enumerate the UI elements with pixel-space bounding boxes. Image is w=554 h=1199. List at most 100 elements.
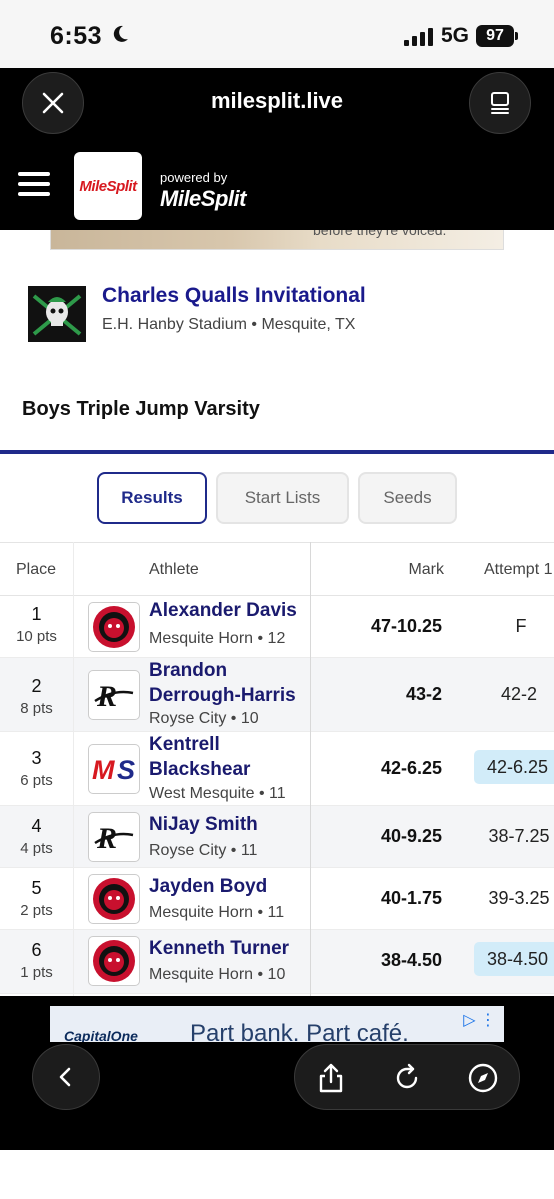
home-indicator-area: [0, 1150, 554, 1199]
battery-icon: 97: [476, 25, 518, 47]
tab-start-lists[interactable]: Start Lists: [216, 472, 349, 524]
place-points: 8 pts: [20, 700, 53, 717]
svg-text:S: S: [117, 755, 135, 785]
place-points: 2 pts: [20, 902, 53, 919]
header-athlete: Athlete: [149, 561, 199, 578]
divider: [0, 450, 554, 454]
top-ad-text: before they're voiced.: [313, 230, 447, 238]
bottom-toolbar: CapitalOne Part bank. Part café. ▷ ⋮: [0, 996, 554, 1150]
reload-icon: [396, 1063, 418, 1089]
athlete-school: Mesquite Horn • 10: [149, 966, 286, 983]
table-row[interactable]: 5 2 pts Jayden Boyd Mesquite Horn • 11 4…: [0, 868, 554, 930]
bottom-ad-banner[interactable]: CapitalOne Part bank. Part café. ▷ ⋮: [50, 1006, 504, 1042]
menu-icon[interactable]: [18, 172, 50, 196]
athlete-name[interactable]: NiJay Smith: [149, 812, 309, 837]
table-row[interactable]: 6 1 pts Kenneth Turner Mesquite Horn • 1…: [0, 930, 554, 994]
reader-button[interactable]: [469, 72, 531, 134]
table-row[interactable]: 1 10 pts Alexander Davis Mesquite Horn •…: [0, 596, 554, 658]
share-button[interactable]: [313, 1060, 349, 1096]
share-icon: [319, 1063, 343, 1093]
site-header: MileSplit powered by MileSplit: [0, 140, 554, 230]
place-number: 6: [31, 940, 42, 960]
athlete-name[interactable]: Jayden Boyd: [149, 874, 309, 899]
athlete-school: Royse City • 11: [149, 842, 258, 859]
tab-results[interactable]: Results: [97, 472, 207, 524]
results-table: Place Athlete Mark Attempt 1 1 10 pts Al…: [0, 542, 554, 994]
mark-value: 38-4.50: [380, 950, 442, 970]
column-divider: [73, 542, 74, 996]
meet-location: E.H. Hanby Stadium • Mesquite, TX: [102, 316, 356, 333]
moon-icon: [113, 25, 128, 42]
rc-logo-icon: R: [88, 812, 140, 862]
event-title: Boys Triple Jump Varsity: [22, 398, 260, 420]
athlete-school: Mesquite Horn • 12: [149, 630, 286, 647]
place-points: 1 pts: [20, 964, 53, 981]
chevron-left-icon: [59, 1067, 71, 1087]
column-divider: [310, 542, 311, 996]
jaguar-logo-icon: [88, 602, 140, 652]
reload-button[interactable]: [389, 1060, 425, 1096]
ad-text: Part bank. Part café.: [190, 1020, 409, 1042]
status-bar: 6:53 5G 97: [0, 0, 554, 68]
athlete-name[interactable]: Kentrell Blackshear: [149, 732, 309, 782]
athlete-school: Mesquite Horn • 11: [149, 904, 285, 921]
meet-title[interactable]: Charles Qualls Invitational: [102, 284, 366, 308]
header-place: Place: [16, 561, 57, 578]
header-attempt: Attempt 1: [484, 561, 553, 578]
table-row[interactable]: 2 8 pts R Brandon Derrough-Harris Royse …: [0, 658, 554, 732]
athlete-name[interactable]: Brandon Derrough-Harris: [149, 658, 309, 708]
browser-bar: milesplit.live: [0, 68, 554, 140]
ad-brand-logo: CapitalOne: [64, 1028, 138, 1042]
signal-icon: [404, 28, 434, 46]
back-button[interactable]: [32, 1044, 100, 1110]
compass-icon: [468, 1063, 498, 1093]
athlete-school: Royse City • 10: [149, 710, 259, 727]
page-menu-icon: [491, 92, 509, 114]
attempt-value: 42-6.25: [474, 750, 554, 784]
place-number: 4: [31, 816, 42, 836]
mark-value: 40-9.25: [380, 826, 442, 846]
svg-text:M: M: [92, 755, 115, 785]
header-mark: Mark: [408, 561, 444, 578]
ms-logo-icon: MS: [88, 744, 140, 794]
athlete-school: West Mesquite • 11: [149, 785, 286, 802]
attempt-value: 38-4.50: [474, 942, 554, 976]
attempt-value: 42-2: [500, 684, 538, 704]
logo-text: MileSplit: [79, 177, 137, 195]
powered-by-brand: MileSplit: [160, 186, 246, 211]
safari-button[interactable]: [465, 1060, 501, 1096]
place-number: 5: [31, 878, 42, 898]
mark-value: 42-6.25: [380, 758, 442, 778]
table-header: Place Athlete Mark Attempt 1: [0, 542, 554, 596]
pirate-logo-icon: [28, 286, 86, 342]
clock: 6:53: [50, 22, 103, 50]
athlete-name[interactable]: Alexander Davis: [149, 598, 309, 623]
top-ad-banner[interactable]: before they're voiced.: [50, 230, 504, 250]
mark-value: 40-1.75: [380, 888, 442, 908]
network-type: 5G: [441, 24, 470, 47]
place-points: 4 pts: [20, 840, 53, 857]
place-points: 6 pts: [20, 772, 53, 789]
rc-logo-icon: R: [88, 670, 140, 720]
place-points: 10 pts: [16, 628, 57, 645]
place-number: 2: [31, 676, 42, 696]
attempt-value: 39-3.25: [488, 888, 550, 908]
attempt-value: F: [515, 616, 527, 636]
attempt-value: 38-7.25: [488, 826, 550, 846]
mark-value: 43-2: [405, 684, 442, 704]
tab-bar: Results Start Lists Seeds: [0, 472, 554, 524]
table-row[interactable]: 3 6 pts MS Kentrell Blackshear West Mesq…: [0, 732, 554, 806]
tab-seeds[interactable]: Seeds: [358, 472, 457, 524]
jaguar-logo-icon: [88, 874, 140, 924]
table-row[interactable]: 4 4 pts R NiJay Smith Royse City • 11 40…: [0, 806, 554, 868]
powered-by-label: powered by: [160, 170, 228, 185]
ad-choices-icon[interactable]: ▷ ⋮: [463, 1010, 496, 1030]
mark-value: 47-10.25: [370, 616, 442, 636]
jaguar-logo-icon: [88, 936, 140, 986]
place-number: 1: [31, 604, 42, 624]
browser-actions: [294, 1044, 520, 1110]
meet-header: Charles Qualls Invitational E.H. Hanby S…: [0, 278, 554, 358]
athlete-name[interactable]: Kenneth Turner: [149, 936, 309, 961]
place-number: 3: [31, 748, 42, 768]
milesplit-logo[interactable]: MileSplit: [74, 152, 142, 220]
